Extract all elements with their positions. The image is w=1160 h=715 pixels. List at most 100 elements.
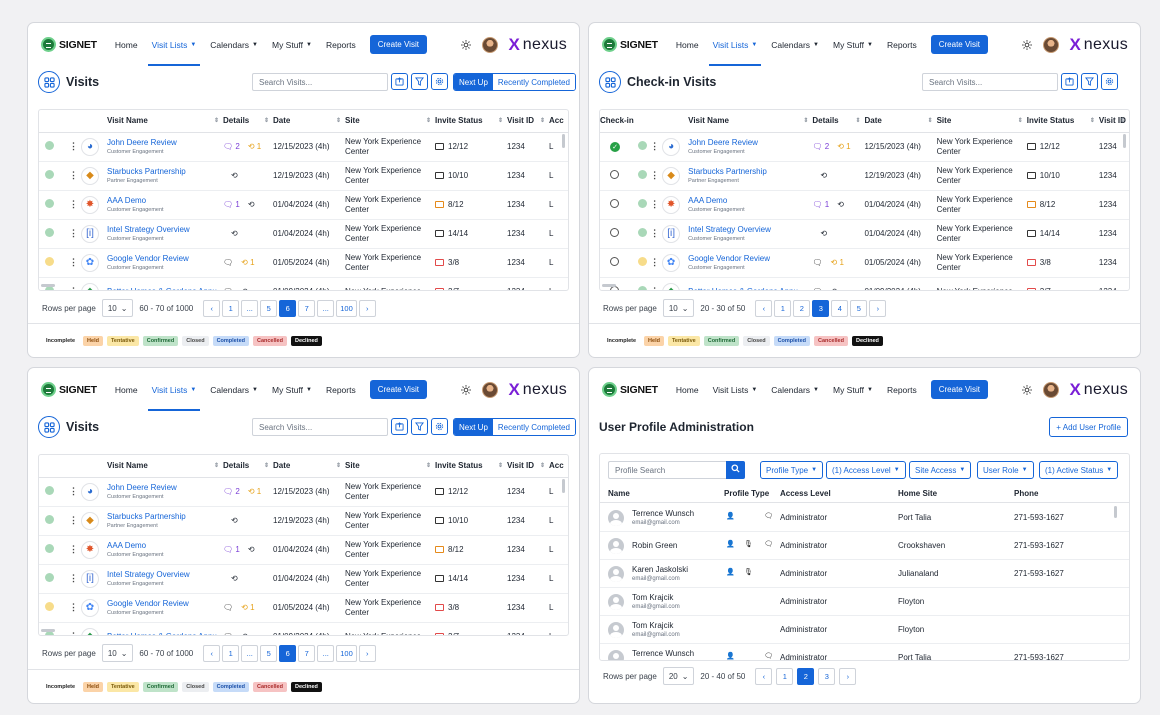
page-button[interactable]: 7	[298, 644, 316, 662]
settings-button[interactable]	[431, 73, 448, 90]
col-checkin[interactable]: Check-in	[600, 110, 637, 133]
row-menu-icon[interactable]: ⋮	[69, 257, 78, 267]
search-button[interactable]	[726, 461, 745, 479]
create-visit-button[interactable]: Create Visit	[369, 380, 427, 399]
nav-reports[interactable]: Reports	[887, 368, 917, 411]
signet-logo[interactable]: SIGNET	[41, 382, 97, 397]
row-menu-icon[interactable]: ⋮	[69, 228, 78, 238]
table-row[interactable]: ⋮ [i] Intel Strategy Overview Customer Enga…	[600, 219, 1129, 249]
signet-logo[interactable]: SIGNET	[602, 382, 658, 397]
row-menu-icon[interactable]: ⋮	[69, 602, 78, 612]
history-icon[interactable]: ⟲	[831, 287, 838, 290]
row-menu-icon[interactable]: ⋮	[650, 257, 659, 267]
checkin-radio[interactable]	[610, 257, 619, 266]
export-button[interactable]	[391, 418, 408, 435]
table-row[interactable]: ⋮◆Better Homes & Gardens Annu...🗨⟲01/09/…	[39, 622, 568, 635]
comments-icon[interactable]: 🗨 1	[223, 200, 240, 209]
row-menu-icon[interactable]: ⋮	[650, 170, 659, 180]
page-button[interactable]: 1	[222, 644, 240, 662]
table-row[interactable]: ⋮ ✿ Google Vendor Review Customer Engagemen…	[600, 248, 1129, 278]
prev-page-button[interactable]: ‹	[203, 299, 221, 317]
settings-button[interactable]	[1101, 73, 1118, 90]
history-icon[interactable]: ⟲	[837, 200, 844, 209]
chat-icon[interactable]: 🗨	[223, 603, 233, 612]
page-button[interactable]: 7	[298, 299, 316, 317]
nav-visit-lists[interactable]: Visit Lists ▼	[713, 368, 758, 411]
horizontal-scrollbar[interactable]	[602, 284, 616, 287]
recently-completed-tab[interactable]: Recently Completed	[492, 419, 575, 435]
visit-name-link[interactable]: John Deere Review	[107, 483, 223, 493]
col-site[interactable]: Site ⇕	[345, 455, 435, 478]
page-button[interactable]: 100	[336, 644, 357, 662]
chat-icon[interactable]: 🗨	[223, 632, 233, 635]
row-menu-icon[interactable]: ⋮	[69, 286, 78, 290]
page-button[interactable]: 2	[793, 299, 811, 317]
table-row[interactable]: ⋮ ◕ John Deere Review Customer Engagement 🗨 …	[39, 132, 568, 162]
visit-name-link[interactable]: Intel Strategy Overview	[107, 570, 223, 580]
col-site[interactable]: Site ⇕	[345, 110, 435, 133]
gear-icon[interactable]	[1021, 39, 1033, 51]
nav-home[interactable]: Home	[115, 23, 138, 66]
add-user-profile-button[interactable]: + Add User Profile	[1049, 417, 1128, 437]
col-site[interactable]: Site ⇕	[936, 110, 1027, 133]
gear-icon[interactable]	[1021, 384, 1033, 396]
col-visit-id[interactable]: Visit ID ⇕	[1098, 110, 1129, 133]
filter-1-active-status[interactable]: (1) Active Status ▼	[1039, 461, 1119, 479]
nav-calendars[interactable]: Calendars ▼	[210, 23, 258, 66]
table-row[interactable]: ⋮ ◆ Starbucks Partnership Partner Engagemen…	[39, 161, 568, 191]
page-button[interactable]: 3	[812, 299, 830, 317]
col-details[interactable]: Details ⇕	[223, 455, 273, 478]
visit-name-link[interactable]: Google Vendor Review	[107, 599, 223, 609]
history-icon[interactable]: ⟲	[231, 229, 238, 238]
comments-icon[interactable]: 🗨 2	[812, 142, 829, 151]
table-row[interactable]: Robin Green 👤 🎙 🗨 Administrator Crookshave…	[600, 532, 1129, 560]
row-menu-icon[interactable]: ⋮	[69, 631, 78, 635]
nav-visit-lists[interactable]: Visit Lists ▼	[708, 23, 761, 66]
table-row[interactable]: ⋮ [i] Intel Strategy Overview Customer Enga…	[39, 564, 568, 594]
table-row[interactable]: ⋮ ✿ Google Vendor Review Customer Engagemen…	[39, 593, 568, 623]
visit-name-link[interactable]: Better Homes & Gardens Annu...	[107, 287, 223, 291]
vertical-scrollbar[interactable]	[562, 479, 565, 493]
history-icon[interactable]: ⟲ 1	[241, 258, 254, 267]
row-menu-icon[interactable]: ⋮	[650, 199, 659, 209]
page-button[interactable]: 100	[336, 299, 357, 317]
col-visit-name[interactable]: Visit Name ⇕	[688, 110, 813, 133]
prev-page-button[interactable]: ‹	[755, 667, 773, 685]
visit-name-link[interactable]: Intel Strategy Overview	[107, 225, 223, 235]
create-visit-button[interactable]: Create Visit	[930, 380, 988, 399]
history-icon[interactable]: ⟲ 1	[837, 142, 850, 151]
export-button[interactable]	[1061, 73, 1078, 90]
nav-home[interactable]: Home	[115, 368, 138, 411]
row-menu-icon[interactable]: ⋮	[650, 286, 659, 290]
nav-reports[interactable]: Reports	[887, 23, 917, 66]
filter-user-role[interactable]: User Role ▼	[977, 461, 1034, 479]
next-up-tab[interactable]: Next Up	[454, 419, 493, 435]
settings-button[interactable]	[431, 418, 448, 435]
table-row[interactable]: ⋮ ✸ AAA Demo Customer Engagement 🗨 1 ⟲ 01/04/2…	[39, 535, 568, 565]
visit-name-link[interactable]: Google Vendor Review	[107, 254, 223, 264]
rows-per-page-select[interactable]: 20 ⌄	[662, 667, 695, 685]
filter-1-access-level[interactable]: (1) Access Level ▼	[826, 461, 906, 479]
table-row[interactable]: ⋮ ✸ AAA Demo Customer Engagement 🗨 1 ⟲ 01/04/2…	[600, 190, 1129, 220]
comments-icon[interactable]: 🗨 1	[812, 200, 829, 209]
history-icon[interactable]: ⟲	[231, 574, 238, 583]
search-input[interactable]: Search Visits...	[252, 418, 388, 436]
comments-icon[interactable]: 🗨 2	[223, 142, 240, 151]
filter-button[interactable]	[1081, 73, 1098, 90]
signet-logo[interactable]: SIGNET	[41, 37, 97, 52]
filter-button[interactable]	[411, 418, 428, 435]
avatar[interactable]	[482, 36, 499, 53]
nav-reports[interactable]: Reports	[326, 23, 356, 66]
horizontal-scrollbar[interactable]	[41, 629, 55, 632]
col-date[interactable]: Date ⇕	[864, 110, 937, 133]
history-icon[interactable]: ⟲	[231, 171, 238, 180]
recently-completed-tab[interactable]: Recently Completed	[492, 74, 575, 90]
checkin-radio[interactable]	[610, 170, 619, 179]
table-row[interactable]: ⋮ [i] Intel Strategy Overview Customer Enga…	[39, 219, 568, 249]
table-row[interactable]: Tom Krajcik email@gmail.com Administrator…	[600, 588, 1129, 616]
page-button[interactable]: 6	[279, 299, 297, 317]
table-row[interactable]: Tom Krajcik email@gmail.com Administrator…	[600, 616, 1129, 644]
next-page-button[interactable]: ›	[358, 299, 376, 317]
horizontal-scrollbar[interactable]	[41, 284, 55, 287]
table-row[interactable]: ⋮ ◆ Starbucks Partnership Partner Engagemen…	[600, 161, 1129, 191]
